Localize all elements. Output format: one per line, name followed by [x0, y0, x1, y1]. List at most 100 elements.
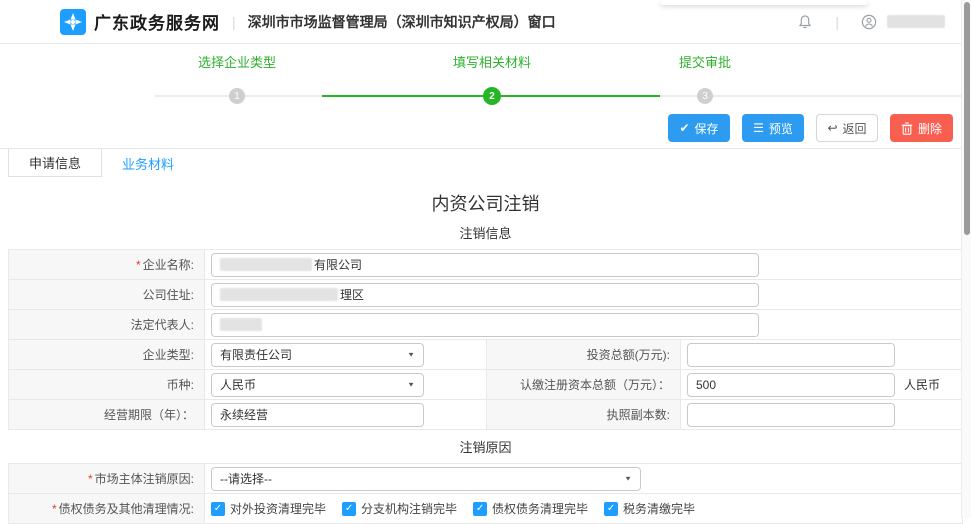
main-content: 内资公司注销 注销信息 * 企业名称: 有限公司 公司住址: — [0, 190, 971, 524]
window-title: 深圳市市场监督管理局（深圳市知识产权局）窗口 — [248, 12, 556, 32]
cleanup-status-label: * 债权债务及其他清理情况: — [9, 494, 205, 523]
cleanup-checkbox-group: ✓ 对外投资清理完毕 ✓ 分支机构注销完毕 ✓ 债权债务清理完毕 ✓ — [211, 500, 695, 517]
list-icon: ☰ — [753, 122, 764, 134]
form-row-company-name: * 企业名称: 有限公司 — [9, 250, 962, 280]
invest-total-label: 投资总额(万元): — [486, 340, 681, 369]
registered-capital-cell: 人民币 — [681, 370, 962, 399]
form-row-company-address: 公司住址: 理区 — [9, 280, 962, 310]
step-label: 提交审批 — [625, 52, 785, 71]
currency-select[interactable]: 人民币 ▼ — [211, 373, 424, 397]
deregistration-reason-table: * 市场主体注销原因: --请选择-- ▼ * 债权债务及其他清理情况: — [8, 463, 963, 524]
required-mark: * — [52, 502, 57, 516]
redacted-text — [220, 318, 262, 331]
step-indicator: 选择企业类型 1 填写相关材料 2 提交审批 3 — [0, 44, 971, 114]
header-right-divider: | — [835, 14, 839, 30]
form-row-cleanup-status: * 债权债务及其他清理情况: ✓ 对外投资清理完毕 ✓ 分支机构注销完毕 — [9, 494, 962, 524]
bell-icon[interactable] — [797, 14, 813, 30]
legal-rep-cell — [205, 310, 962, 339]
legal-rep-label: 法定代表人: — [9, 310, 205, 339]
checkbox-branches-deregistered[interactable]: ✓ 分支机构注销完毕 — [342, 500, 457, 517]
license-copies-input[interactable] — [687, 403, 895, 427]
step-fill-materials: 填写相关材料 2 — [412, 52, 572, 71]
capital-currency-suffix: 人民币 — [904, 376, 940, 393]
redacted-text — [220, 258, 312, 271]
step-label: 填写相关材料 — [412, 52, 572, 71]
header-right: | — [797, 14, 945, 30]
checkbox-foreign-investment-cleared[interactable]: ✓ 对外投资清理完毕 — [211, 500, 326, 517]
checkbox-checked-icon: ✓ — [211, 502, 225, 516]
check-icon: ✔ — [679, 122, 689, 134]
scrollbar-thumb[interactable] — [964, 2, 970, 235]
invest-total-input[interactable] — [687, 343, 895, 367]
preview-button[interactable]: ☰ 预览 — [742, 114, 804, 142]
dereg-reason-cell: --请选择-- ▼ — [205, 464, 962, 493]
company-type-select[interactable]: 有限责任公司 ▼ — [211, 343, 424, 367]
license-copies-cell — [681, 400, 962, 429]
screen: 广东政务服务网 | 深圳市市场监督管理局（深圳市知识产权局）窗口 | 选择企业类… — [0, 0, 971, 518]
legal-rep-input[interactable] — [211, 313, 759, 337]
preview-button-label: 预览 — [769, 120, 793, 137]
popup-edge-shadow — [660, 0, 868, 5]
section-title-reason: 注销原因 — [8, 437, 963, 456]
registered-capital-label: 认缴注册资本总额（万元）： — [486, 370, 681, 399]
chevron-down-icon: ▼ — [407, 381, 415, 388]
save-button-label: 保存 — [695, 120, 719, 137]
dereg-reason-label: * 市场主体注销原因: — [9, 464, 205, 493]
company-type-label: 企业类型: — [9, 340, 205, 369]
checkbox-checked-icon: ✓ — [473, 502, 487, 516]
required-mark: * — [88, 472, 93, 486]
gdzwfw-logo-icon — [60, 9, 86, 35]
checkbox-taxes-settled[interactable]: ✓ 税务清缴完毕 — [604, 500, 695, 517]
tab-application-info[interactable]: 申请信息 — [8, 149, 102, 177]
chevron-down-icon: ▼ — [624, 475, 632, 482]
delete-button[interactable]: 删除 — [890, 114, 953, 142]
back-arrow-icon: ↩ — [827, 122, 837, 134]
header-divider: | — [232, 14, 236, 30]
back-button-label: 返回 — [843, 120, 867, 137]
vertical-scrollbar[interactable] — [961, 0, 971, 518]
checkbox-debts-cleared[interactable]: ✓ 债权债务清理完毕 — [473, 500, 588, 517]
tab-bar: 申请信息 业务材料 — [0, 148, 971, 177]
step-submit-approval: 提交审批 3 — [625, 52, 785, 71]
save-button[interactable]: ✔ 保存 — [668, 114, 730, 142]
company-address-label: 公司住址: — [9, 280, 205, 309]
business-term-input[interactable] — [211, 403, 424, 427]
dereg-reason-select[interactable]: --请选择-- ▼ — [211, 467, 641, 491]
step-circle-1: 1 — [229, 88, 245, 104]
tab-business-materials[interactable]: 业务材料 — [102, 149, 194, 177]
license-copies-label: 执照副本数: — [486, 400, 681, 429]
user-avatar-icon[interactable] — [861, 14, 877, 30]
company-address-cell: 理区 — [205, 280, 962, 309]
form-row-legal-rep: 法定代表人: — [9, 310, 962, 340]
step-label: 选择企业类型 — [157, 52, 317, 71]
step-circle-3: 3 — [697, 88, 713, 104]
brand-title[interactable]: 广东政务服务网 — [94, 9, 220, 34]
user-name-redacted[interactable] — [887, 15, 945, 28]
form-row-type-invest: 企业类型: 有限责任公司 ▼ 投资总额(万元): — [9, 340, 962, 370]
company-name-input[interactable]: 有限公司 — [211, 253, 759, 277]
cleanup-status-cell: ✓ 对外投资清理完毕 ✓ 分支机构注销完毕 ✓ 债权债务清理完毕 ✓ — [205, 494, 962, 523]
business-term-label: 经营期限（年）： — [9, 400, 205, 429]
section-title-info: 注销信息 — [8, 223, 963, 242]
trash-icon — [901, 122, 913, 135]
delete-button-label: 删除 — [918, 120, 942, 137]
company-name-cell: 有限公司 — [205, 250, 962, 279]
step-select-type: 选择企业类型 1 — [157, 52, 317, 71]
form-row-currency-capital: 币种: 人民币 ▼ 认缴注册资本总额（万元）： 人民币 — [9, 370, 962, 400]
business-term-cell — [205, 400, 486, 429]
checkbox-checked-icon: ✓ — [604, 502, 618, 516]
company-address-input[interactable]: 理区 — [211, 283, 759, 307]
form-row-dereg-reason: * 市场主体注销原因: --请选择-- ▼ — [9, 464, 962, 494]
form-row-term-license: 经营期限（年）： 执照副本数: — [9, 400, 962, 430]
checkbox-checked-icon: ✓ — [342, 502, 356, 516]
deregistration-info-table: * 企业名称: 有限公司 公司住址: 理区 — [8, 249, 963, 430]
back-button[interactable]: ↩ 返回 — [816, 114, 878, 142]
toolbar: ✔ 保存 ☰ 预览 ↩ 返回 删除 — [0, 114, 971, 142]
company-type-cell: 有限责任公司 ▼ — [205, 340, 486, 369]
registered-capital-input[interactable] — [687, 373, 895, 397]
redacted-text — [220, 288, 338, 301]
header: 广东政务服务网 | 深圳市市场监督管理局（深圳市知识产权局）窗口 | — [0, 0, 971, 44]
company-name-label: * 企业名称: — [9, 250, 205, 279]
step-circle-2: 2 — [483, 87, 501, 105]
chevron-down-icon: ▼ — [407, 351, 415, 358]
